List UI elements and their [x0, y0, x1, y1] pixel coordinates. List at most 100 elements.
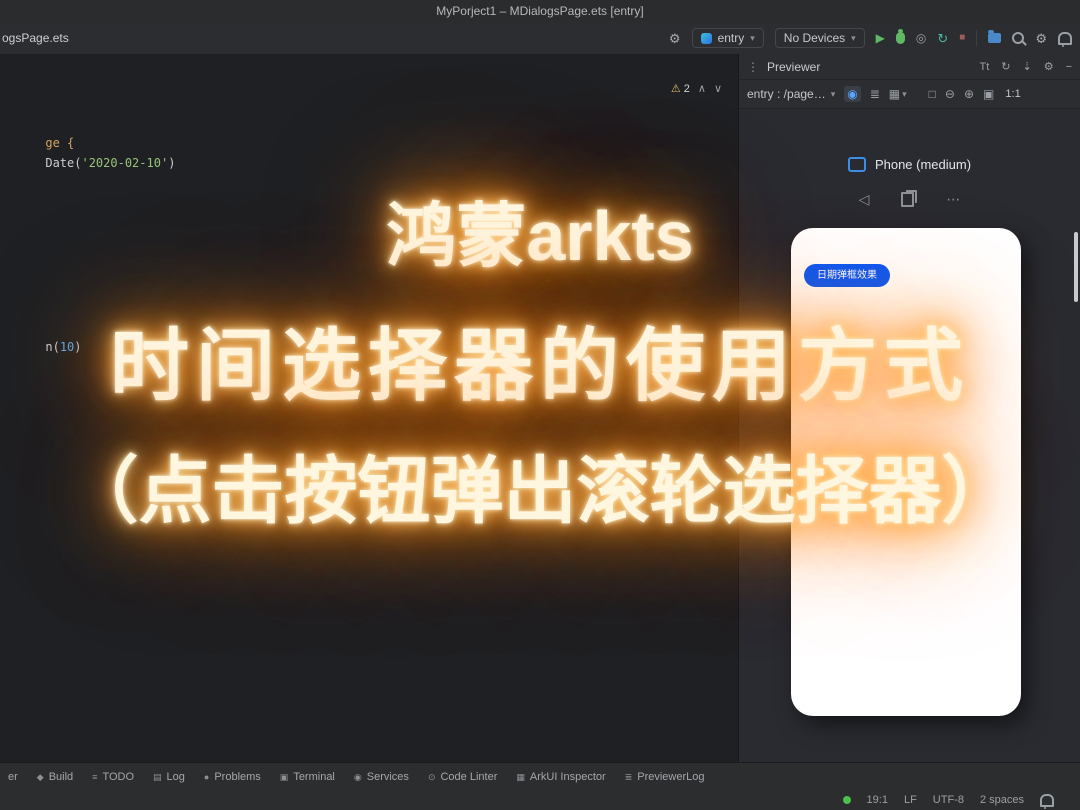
services-icon: ◉ — [353, 771, 362, 782]
phone-preview: 日期弹框效果 — [791, 228, 1021, 716]
log-icon: ▤ — [153, 771, 162, 782]
rerun-button[interactable]: ↻ — [937, 32, 948, 45]
code-line: n(10) — [2, 326, 82, 368]
run-config-selector[interactable]: entry ▾ — [691, 28, 764, 48]
tool-label: PreviewerLog — [637, 771, 705, 783]
search-icon[interactable] — [1012, 32, 1025, 44]
settings-gear-icon[interactable]: ⚙ — [1035, 32, 1047, 45]
editor-inspections-widget[interactable]: ⚠ 2 ∧ ∨ — [670, 82, 722, 96]
fit-screen-icon[interactable]: ▣ — [983, 87, 994, 101]
zoom-ratio[interactable]: 1:1 — [1005, 88, 1020, 100]
code-token: ) — [168, 156, 176, 170]
statusbar-tool-code-linter[interactable]: ⊙ Code Linter — [428, 771, 497, 783]
prev-problem-icon[interactable]: ∧ — [698, 82, 706, 95]
code-editor[interactable]: ⚠ 2 ∧ ∨ ge { Date('2020-02-10') n(10) — [0, 54, 738, 762]
main-toolbar: ogsPage.ets ⚙ entry ▾ No Devices ▾ ▶ ◎ ↻… — [0, 22, 1080, 55]
module-icon — [700, 32, 712, 44]
terminal-icon: ▣ — [279, 771, 289, 782]
notifications-icon[interactable] — [1058, 31, 1072, 47]
scrollbar[interactable] — [1074, 232, 1078, 302]
code-line: Date('2020-02-10') — [2, 142, 175, 184]
device-selector-label: No Devices — [783, 31, 846, 45]
chevron-down-icon: ▾ — [830, 88, 836, 99]
device-controls: ◁ ⋯ — [739, 190, 1080, 208]
refresh-icon[interactable]: ↻ — [1001, 60, 1010, 73]
window-title: MyPorject1 – MDialogsPage.ets [entry] — [436, 4, 644, 18]
statusbar-tool-log[interactable]: ▤ Log — [153, 771, 185, 783]
previewer-log-icon: ≣ — [624, 771, 633, 782]
code-token: ) — [74, 340, 82, 354]
statusbar-tool-terminal[interactable]: ▣ Terminal — [280, 771, 335, 783]
minimize-icon[interactable]: − — [1066, 61, 1072, 73]
project-structure-icon[interactable] — [988, 30, 1002, 43]
statusbar-tool-services[interactable]: ◉ Services — [354, 771, 409, 783]
warning-count: 2 — [683, 82, 690, 95]
build-icon: ◆ — [36, 771, 44, 782]
device-label: Phone (medium) — [739, 157, 1080, 172]
status-bar: 19:1 LF UTF-8 2 spaces — [0, 790, 1080, 810]
notification-icon[interactable] — [1040, 793, 1054, 809]
previewer-settings-icon[interactable]: ⚙ — [1044, 60, 1054, 73]
previewer-toolbar: entry : /page… ▾ ◉ ≣ ▦ ▾ □ ⊖ ⊕ ▣ 1:1 — [739, 80, 1080, 109]
previewer-header-actions: Tt ↻ ⇣ ⚙ − — [979, 60, 1072, 74]
statusbar-tool-problems[interactable]: ● Problems — [204, 771, 261, 783]
chevron-down-icon: ▾ — [902, 88, 907, 99]
caret-position[interactable]: 19:1 — [867, 794, 888, 806]
frame-icon[interactable]: □ — [929, 87, 936, 101]
code-token: n( — [45, 340, 60, 354]
editor-tab-label: ogsPage.ets — [2, 31, 69, 45]
zoom-out-icon[interactable]: ⊖ — [945, 87, 955, 101]
grid-icon: ▦ — [888, 87, 901, 101]
collapse-icon[interactable]: ⇣ — [1022, 60, 1031, 73]
tool-label: Terminal — [293, 771, 335, 783]
run-button[interactable]: ▶ — [876, 32, 885, 44]
line-ending[interactable]: LF — [904, 794, 917, 806]
statusbar-tool-truncated[interactable]: er — [8, 771, 18, 783]
device-selector[interactable]: No Devices ▾ — [774, 28, 865, 48]
layers-icon[interactable]: ≣ — [870, 87, 880, 101]
statusbar-tool-arkui-inspector[interactable]: ▦ ArkUI Inspector — [516, 771, 605, 783]
tool-label: Build — [48, 771, 74, 783]
status-dot-icon — [842, 796, 851, 804]
tool-label: er — [8, 771, 18, 783]
more-options-icon[interactable]: ⋯ — [946, 191, 960, 208]
date-dialog-button[interactable]: 日期弹框效果 — [804, 264, 890, 287]
route-selector[interactable]: entry : /page… ▾ — [747, 87, 835, 101]
statusbar-tool-build[interactable]: ◆ Build — [37, 771, 73, 783]
code-token: Date( — [45, 156, 82, 170]
route-label: entry : /page… — [747, 87, 826, 101]
indent-setting[interactable]: 2 spaces — [980, 794, 1024, 806]
zoom-in-icon[interactable]: ⊕ — [964, 87, 974, 101]
chevron-down-icon: ▾ — [851, 32, 856, 43]
tool-label: Problems — [214, 771, 261, 783]
profiler-button[interactable]: ◎ — [916, 32, 926, 44]
statusbar-tool-previewer-log[interactable]: ≣ PreviewerLog — [625, 771, 705, 783]
window-titlebar: MyPorject1 – MDialogsPage.ets [entry] — [0, 0, 1080, 22]
todo-icon: ≡ — [92, 772, 98, 782]
pages-icon[interactable] — [901, 190, 918, 207]
font-size-icon[interactable]: Tt — [979, 61, 989, 73]
ide-gear-icon[interactable]: ⚙ — [669, 32, 681, 45]
panel-options-icon[interactable]: ⋮ — [747, 60, 759, 74]
linter-icon: ⊙ — [427, 771, 436, 782]
statusbar-tool-todo[interactable]: ≡ TODO — [92, 771, 134, 783]
phone-icon — [847, 157, 866, 172]
debug-button[interactable] — [895, 29, 905, 44]
next-problem-icon[interactable]: ∨ — [714, 82, 722, 95]
inspect-toggle-icon[interactable]: ◉ — [844, 86, 861, 102]
tool-label: Code Linter — [440, 771, 498, 783]
run-config-label: entry — [717, 31, 745, 45]
page-back-icon[interactable]: ◁ — [859, 191, 870, 208]
code-token: '2020-02-10' — [81, 156, 169, 170]
stop-button[interactable]: ■ — [959, 33, 965, 43]
preview-canvas: Phone (medium) ◁ ⋯ 日期弹框效果 — [739, 109, 1080, 762]
editor-tab[interactable]: ogsPage.ets — [0, 22, 81, 54]
problems-icon: ● — [203, 772, 210, 782]
encoding[interactable]: UTF-8 — [933, 794, 964, 806]
tool-label: Log — [166, 771, 185, 783]
grid-view-button[interactable]: ▦ ▾ — [889, 87, 907, 101]
panel-title: Previewer — [767, 59, 821, 74]
warning-icon: ⚠ — [670, 83, 681, 95]
previewer-header: ⋮ Previewer Tt ↻ ⇣ ⚙ − — [739, 54, 1080, 80]
tool-label: ArkUI Inspector — [529, 771, 606, 783]
